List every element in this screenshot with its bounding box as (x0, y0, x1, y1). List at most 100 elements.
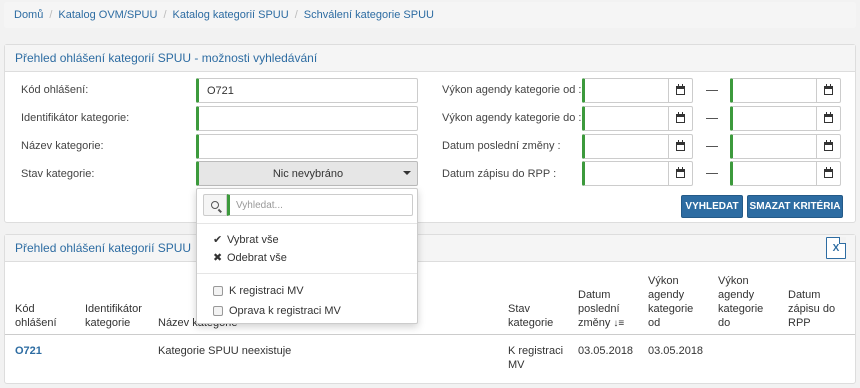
col-stav-header[interactable]: Stav kategorie (508, 302, 553, 330)
excel-export-icon[interactable]: X (826, 237, 846, 259)
calendar-icon (676, 140, 685, 151)
results-panel-title: Přehled ohlášení kategorií SPUU (5, 235, 855, 262)
col-vykon-od-line: kategorie (648, 303, 694, 315)
stav-label: Stav kategorie: (21, 168, 95, 180)
col-vykon-od-line: agendy (648, 289, 685, 301)
search-icon (203, 194, 227, 216)
col-zapis-line: RPP (788, 317, 811, 329)
kod-input[interactable] (196, 78, 418, 103)
col-vykon-od-line: Výkon (648, 275, 679, 287)
cell-stav-line: K registraci (508, 345, 564, 357)
calendar-icon (824, 167, 833, 178)
col-stav-line: kategorie (508, 317, 554, 329)
vykon-od-label: Výkon agendy kategorie od : (442, 84, 582, 96)
deselect-all-option[interactable]: ✖ Odebrat vše (213, 251, 287, 265)
col-vykon-do-line: agendy (718, 289, 755, 301)
cell-zmena: 03.05.2018 (578, 345, 634, 357)
col-ident-line: kategorie (85, 317, 131, 329)
col-zmena-line: poslední (578, 303, 620, 315)
calendar-icon (824, 140, 833, 151)
col-zmena-line: změny (578, 317, 611, 329)
sort-desc-icon[interactable]: ↓≡ (613, 317, 624, 331)
range-dash (706, 173, 718, 174)
col-vykon-od-header[interactable]: Výkon agendy kategorie od (648, 274, 693, 330)
col-zmena-line: Datum (578, 289, 611, 301)
col-vykon-do-line: Výkon (718, 275, 749, 287)
check-icon: ✔ (213, 234, 223, 246)
stav-dropdown-menu: ✔ Vybrat vše ✖ Odebrat vše K registraci … (196, 188, 418, 324)
datum-zmeny-to-calendar-button[interactable] (816, 134, 841, 159)
col-vykon-do-line: kategorie (718, 303, 764, 315)
cell-stav-line: MV (508, 359, 525, 371)
calendar-icon (824, 112, 833, 123)
col-kod-line: Kód (15, 303, 35, 315)
vykon-do-label: Výkon agendy kategorie do : (442, 112, 582, 124)
dropdown-divider (197, 223, 417, 224)
select-all-label: Vybrat vše (227, 233, 279, 246)
search-panel-title: Přehled ohlášení kategorií SPUU - možnos… (5, 45, 855, 72)
option-oprava-k-registraci[interactable]: Oprava k registraci MV (213, 305, 341, 317)
vykon-do-from-input[interactable] (582, 106, 669, 131)
vykon-od-from-calendar-button[interactable] (668, 78, 693, 103)
dropdown-search-input[interactable] (227, 194, 413, 216)
breadcrumb-katalog-ovm[interactable]: Katalog OVM/SPUU (58, 9, 157, 21)
col-vykon-do-header[interactable]: Výkon agendy kategorie do (718, 274, 763, 330)
kod-label: Kód ohlášení: (21, 84, 89, 96)
col-zapis-header[interactable]: Datum zápisu do RPP (788, 288, 835, 330)
vykon-do-from-calendar-button[interactable] (668, 106, 693, 131)
col-ident-header[interactable]: Identifikátor kategorie (85, 302, 142, 330)
col-vykon-do-line: do (718, 317, 731, 329)
breadcrumb-separator: / (163, 9, 167, 21)
vykon-od-to-calendar-button[interactable] (816, 78, 841, 103)
times-icon: ✖ (213, 252, 223, 264)
select-all-option[interactable]: ✔ Vybrat vše (213, 233, 279, 247)
datum-zapisu-from-input[interactable] (582, 161, 669, 186)
option-label: K registraci MV (229, 285, 304, 297)
datum-zmeny-label: Datum poslední změny : (442, 140, 561, 152)
col-stav-line: Stav (508, 303, 531, 315)
col-kod-header[interactable]: Kód ohlášení (15, 302, 57, 330)
deselect-all-label: Odebrat vše (227, 251, 287, 264)
cell-nazev: Kategorie SPUU neexistuje (158, 345, 292, 357)
range-dash (706, 90, 718, 91)
vykon-do-to-calendar-button[interactable] (816, 106, 841, 131)
calendar-icon (676, 112, 685, 123)
datum-zapisu-from-calendar-button[interactable] (668, 161, 693, 186)
col-zmena-header[interactable]: Datum poslední změny ↓≡ (578, 288, 624, 331)
option-k-registraci[interactable]: K registraci MV (213, 285, 304, 297)
vykon-do-to-input[interactable] (730, 106, 817, 131)
col-kod-line: ohlášení (15, 317, 57, 329)
breadcrumb-katalog-kategorii[interactable]: Katalog kategorií SPUU (173, 9, 289, 21)
range-dash (706, 146, 718, 147)
vykon-od-to-input[interactable] (730, 78, 817, 103)
cell-kod[interactable]: O721 (15, 344, 42, 358)
checkbox[interactable] (213, 306, 223, 316)
clear-criteria-button[interactable]: SMAZAT KRITÉRIA (747, 195, 843, 218)
calendar-icon (676, 167, 685, 178)
col-vykon-od-line: od (648, 317, 661, 329)
vykon-od-from-input[interactable] (582, 78, 669, 103)
nazev-label: Název kategorie: (21, 140, 104, 152)
datum-zmeny-from-input[interactable] (582, 134, 669, 159)
checkbox[interactable] (213, 286, 223, 296)
dropdown-search (203, 194, 413, 216)
datum-zmeny-to-input[interactable] (730, 134, 817, 159)
breadcrumb: Domů / Katalog OVM/SPUU / Katalog katego… (4, 2, 856, 28)
nazev-input[interactable] (196, 134, 418, 159)
datum-zapisu-to-calendar-button[interactable] (816, 161, 841, 186)
breadcrumb-schvaleni[interactable]: Schválení kategorie SPUU (304, 9, 434, 21)
stav-select[interactable]: Nic nevybráno (196, 161, 418, 186)
search-button[interactable]: VYHLEDAT (681, 195, 743, 218)
chevron-down-icon (403, 171, 411, 175)
cell-stav: K registraci MV (508, 344, 563, 372)
cell-vykon-od: 03.05.2018 (648, 345, 704, 357)
col-ident-line: Identifikátor (85, 303, 142, 315)
dropdown-divider (197, 273, 417, 274)
range-dash (706, 118, 718, 119)
ident-input[interactable] (196, 106, 418, 131)
breadcrumb-separator: / (294, 9, 298, 21)
breadcrumb-home[interactable]: Domů (14, 9, 43, 21)
datum-zapisu-label: Datum zápisu do RPP : (442, 168, 557, 180)
datum-zmeny-from-calendar-button[interactable] (668, 134, 693, 159)
datum-zapisu-to-input[interactable] (730, 161, 817, 186)
